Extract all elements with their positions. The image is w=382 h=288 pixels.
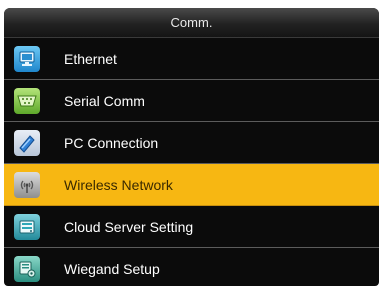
serial-port-icon (14, 87, 40, 114)
menu-item-wireless-network[interactable]: Wireless Network (4, 164, 379, 206)
page-title: Comm. (170, 15, 213, 30)
ethernet-icon (14, 45, 40, 72)
menu-item-label: Ethernet (64, 50, 117, 67)
wireless-antenna-icon (14, 171, 40, 198)
menu-item-wiegand-setup[interactable]: Wiegand Setup (4, 248, 379, 286)
menu-item-ethernet[interactable]: Ethernet (4, 38, 379, 80)
wiegand-icon (14, 256, 40, 282)
menu-item-label: Serial Comm (64, 92, 145, 109)
menu-item-label: PC Connection (64, 134, 159, 151)
menu-item-label: Wireless Network (64, 176, 173, 193)
page-title-bar: Comm. (4, 8, 379, 38)
menu-item-label: Cloud Server Setting (64, 218, 194, 235)
cloud-server-icon (14, 213, 40, 240)
menu-item-label: Wiegand Setup (64, 261, 160, 277)
pc-connection-icon (14, 129, 40, 156)
menu-item-serial-comm[interactable]: Serial Comm (4, 80, 379, 122)
menu-item-cloud-server-setting[interactable]: Cloud Server Setting (4, 206, 379, 248)
menu-item-pc-connection[interactable]: PC Connection (4, 122, 379, 164)
comm-menu-screen: Comm. Ethernet Serial Comm PC Connection… (4, 8, 379, 286)
menu-list: Ethernet Serial Comm PC Connection Wirel… (4, 38, 379, 286)
